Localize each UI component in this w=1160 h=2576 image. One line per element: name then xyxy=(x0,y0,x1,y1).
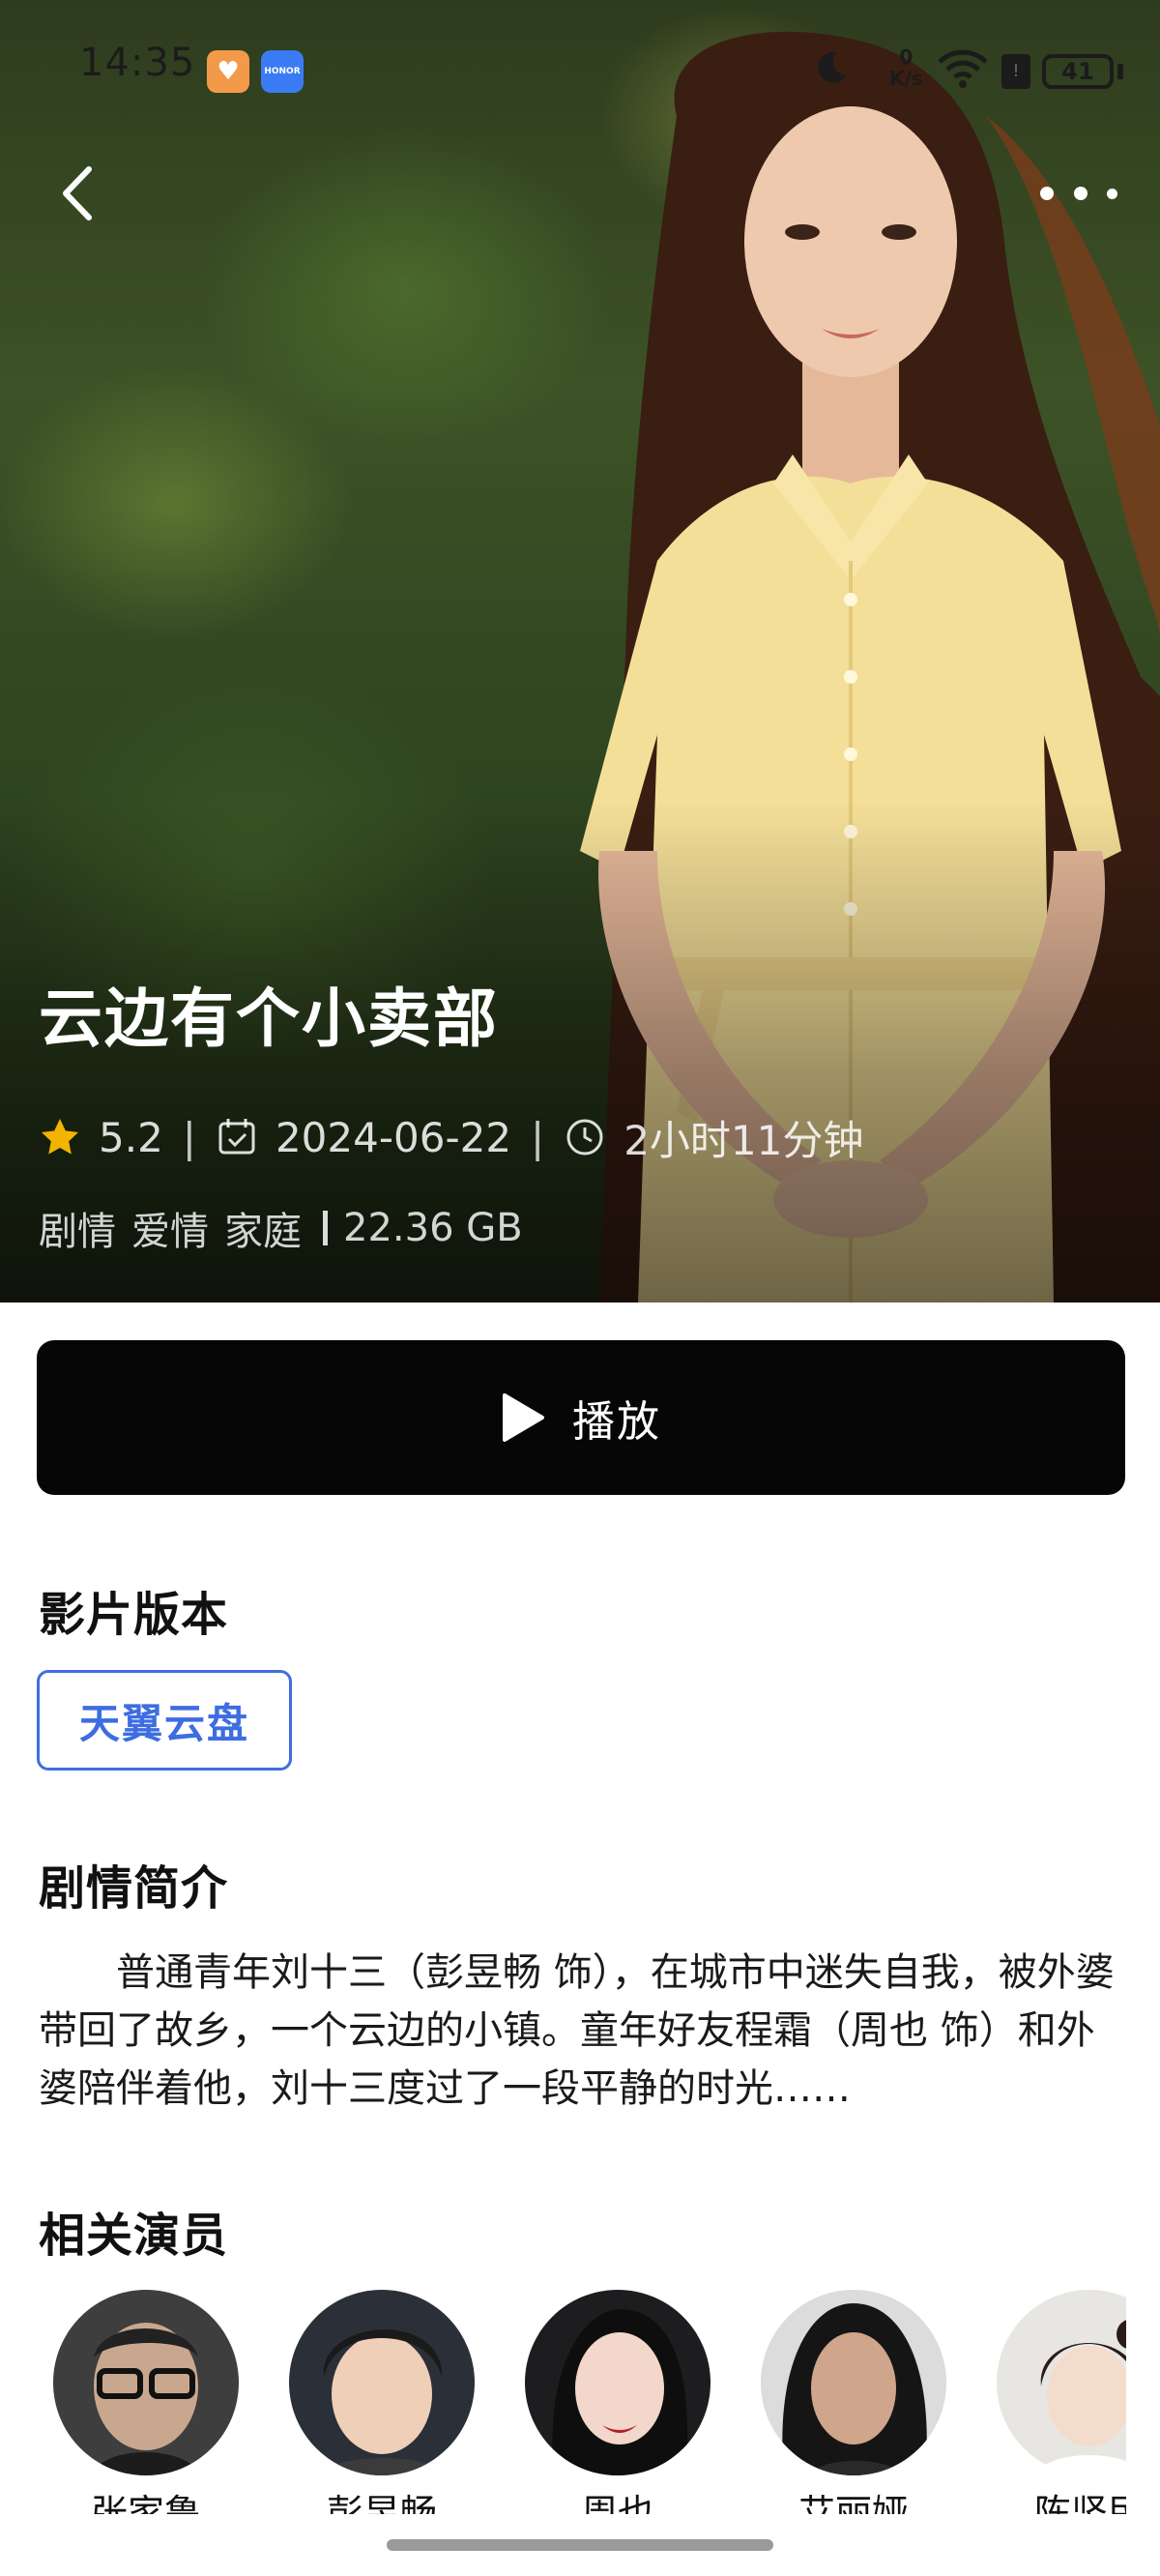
movie-title: 云边有个小卖部 xyxy=(39,981,499,1056)
do-not-disturb-moon-icon xyxy=(818,51,847,83)
honor-app-icon: HONOR xyxy=(261,50,304,93)
more-dots-icon xyxy=(1040,187,1054,200)
meta-separator: | xyxy=(182,1113,196,1161)
cast-member[interactable]: 艾丽娅 xyxy=(754,2290,947,2514)
meta-separator: | xyxy=(531,1113,545,1161)
status-icons: 0 K/s ! 41 xyxy=(735,43,1160,101)
play-button-label: 播放 xyxy=(572,1397,661,1447)
chevron-left-icon xyxy=(63,166,92,220)
cast-list[interactable]: 张家鲁 彭昱畅 周也 艾丽娅 陈竖民 xyxy=(39,2282,1126,2514)
synopsis-text[interactable]: 普通青年刘十三（彭昱畅 饰），在城市中迷失自我，被外婆带回了故乡，一个云边的小镇… xyxy=(39,1944,1131,2118)
health-heart-icon: ♥ xyxy=(207,50,249,93)
more-dot xyxy=(1073,187,1088,200)
cast-member[interactable]: 彭昱畅 xyxy=(282,2290,476,2514)
file-size: 22.36 GB xyxy=(343,1206,523,1250)
battery-tip xyxy=(1117,64,1123,79)
battery-indicator: 41 xyxy=(1042,54,1114,89)
status-time: 14:35 xyxy=(79,41,196,85)
cast-member[interactable]: 周也 xyxy=(518,2290,711,2514)
avatar xyxy=(525,2290,710,2475)
genre-tag: 剧情 xyxy=(39,1210,116,1254)
versions-section-title: 影片版本 xyxy=(39,1588,229,1642)
avatar xyxy=(289,2290,475,2475)
calendar-check-icon xyxy=(218,1119,255,1155)
cast-member[interactable]: 张家鲁 xyxy=(46,2290,240,2514)
genre-tag: 家庭 xyxy=(224,1210,302,1254)
home-indicator[interactable] xyxy=(387,2539,773,2551)
status-bar: 14:35 ♥ HONOR 0 K/s ! 41 xyxy=(0,0,1160,135)
network-speed-value: 0 xyxy=(899,45,914,69)
movie-meta-row: 5.2 | 2024-06-22 | 2小时11分钟 xyxy=(39,1110,863,1164)
wifi-icon xyxy=(938,49,988,88)
sim-card-icon: ! xyxy=(1001,54,1030,89)
cast-member-name: 彭昱畅 xyxy=(326,2492,437,2514)
network-speed: 0 K/s xyxy=(889,46,923,89)
play-button[interactable]: 播放 xyxy=(37,1340,1125,1495)
cast-section-title: 相关演员 xyxy=(39,2209,229,2263)
clock-icon xyxy=(566,1119,603,1156)
cast-member[interactable]: 陈竖民 xyxy=(990,2290,1126,2514)
star-icon xyxy=(42,1119,78,1155)
cast-member-name: 周也 xyxy=(580,2492,654,2514)
avatar xyxy=(997,2290,1126,2475)
cast-member-name: 张家鲁 xyxy=(90,2492,201,2514)
avatar xyxy=(53,2290,239,2475)
network-speed-unit: K/s xyxy=(889,67,923,90)
more-options-button[interactable] xyxy=(1040,174,1117,213)
cast-member-name: 艾丽娅 xyxy=(798,2492,909,2514)
avatar xyxy=(761,2290,946,2475)
tags-divider xyxy=(323,1211,328,1245)
cast-member-name: 陈竖民 xyxy=(1033,2492,1126,2514)
synopsis-section-title: 剧情简介 xyxy=(39,1861,229,1916)
movie-rating: 5.2 xyxy=(99,1113,163,1161)
play-icon xyxy=(503,1393,544,1442)
version-chip-tianyi-cloud[interactable]: 天翼云盘 xyxy=(37,1670,292,1771)
back-button[interactable] xyxy=(48,160,106,227)
movie-duration: 2小时11分钟 xyxy=(624,1116,864,1164)
genre-tag: 爱情 xyxy=(131,1210,209,1254)
movie-tags-row: 剧情 爱情 家庭 22.36 GB xyxy=(39,1201,523,1255)
more-dot xyxy=(1107,188,1117,199)
poster-hero: 14:35 ♥ HONOR 0 K/s ! 41 云边有个小卖部 5.2 | 2… xyxy=(0,0,1160,1303)
release-date: 2024-06-22 xyxy=(275,1113,512,1161)
